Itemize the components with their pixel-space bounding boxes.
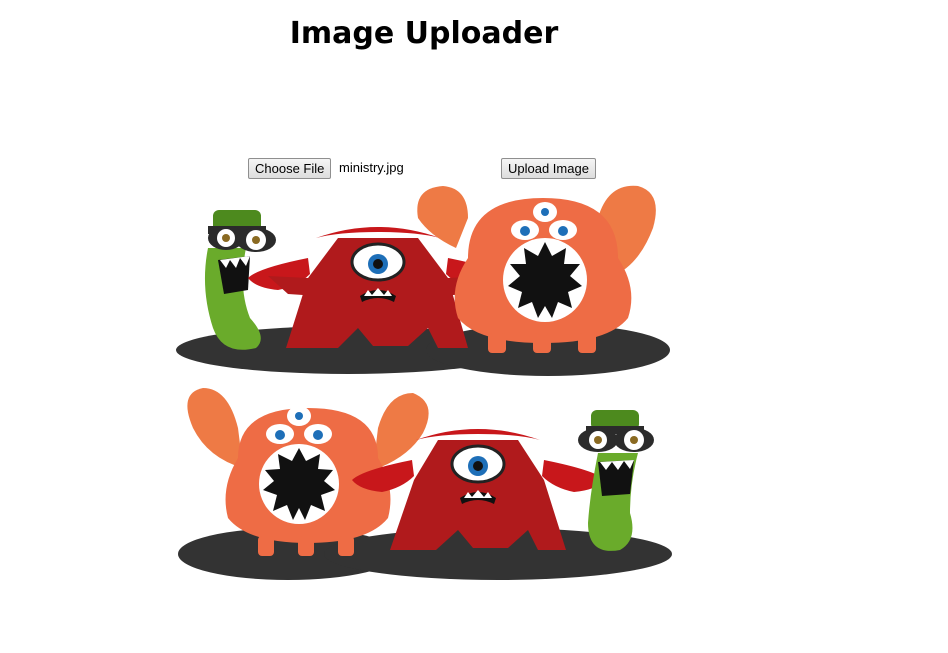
monsters-bottom-row [178, 388, 672, 580]
selected-file-name: ministry.jpg [339, 160, 404, 175]
choose-file-button[interactable]: Choose File [248, 158, 332, 179]
page-title: Image Uploader [289, 16, 559, 51]
upload-image-button[interactable]: Upload Image [501, 158, 596, 179]
page: Image Uploader Choose File ministry.jpg … [0, 0, 948, 653]
uploaded-image-preview [176, 185, 672, 580]
monsters-top-row [176, 185, 670, 376]
